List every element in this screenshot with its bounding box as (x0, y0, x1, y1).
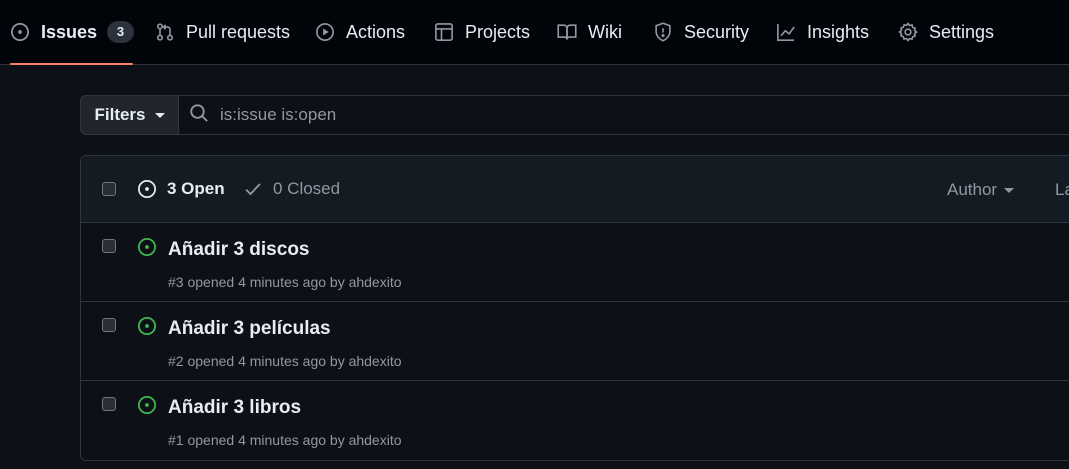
tab-label: Insights (807, 21, 870, 42)
issue-checkbox[interactable] (102, 397, 116, 411)
tab-label: Actions (346, 21, 406, 42)
issue-opened-icon (10, 22, 30, 42)
tab-label: Security (684, 21, 750, 42)
author-label: Author (947, 180, 998, 199)
issue-opened-icon (137, 237, 157, 257)
tab-projects[interactable]: Projects (434, 0, 530, 64)
issue-meta: #1 opened 4 minutes ago by ahdexito (168, 432, 402, 448)
search-icon (189, 103, 209, 128)
check-icon (245, 183, 261, 196)
issues-list-header: 3 Open 0 Closed Author La (81, 156, 1069, 223)
tab-actions[interactable]: Actions (315, 0, 405, 64)
gear-icon (898, 22, 918, 42)
graph-icon (776, 22, 796, 42)
issue-row: Añadir 3 libros #1 opened 4 minutes ago … (81, 381, 1069, 460)
search-input[interactable] (220, 105, 820, 125)
issue-title-link[interactable]: Añadir 3 películas (168, 318, 331, 340)
shield-icon (653, 22, 673, 42)
tab-pull-requests[interactable]: Pull requests (155, 0, 290, 64)
caret-down-icon (154, 112, 165, 118)
issue-opened-icon (138, 180, 156, 198)
tab-label: Settings (929, 21, 995, 42)
filter-bar: Filters (80, 95, 1069, 135)
tab-label: Pull requests (186, 21, 291, 42)
table-icon (434, 22, 454, 42)
tab-label: Issues (41, 21, 98, 42)
issue-checkbox[interactable] (102, 318, 116, 332)
issue-checkbox[interactable] (102, 239, 116, 253)
tab-settings[interactable]: Settings (898, 0, 994, 64)
issue-title-link[interactable]: Añadir 3 discos (168, 239, 310, 261)
issue-opened-icon (137, 316, 157, 336)
open-count-label: 3 Open (167, 179, 225, 198)
caret-down-icon (1004, 187, 1015, 193)
issue-meta: #2 opened 4 minutes ago by ahdexito (168, 353, 402, 369)
closed-count-label: 0 Closed (273, 179, 341, 198)
book-icon (557, 22, 577, 42)
play-icon (315, 22, 335, 42)
repo-nav: Issues 3 Pull requests Actions Projects … (0, 0, 1069, 65)
issue-row: Añadir 3 discos #3 opened 4 minutes ago … (81, 223, 1069, 302)
open-issues-filter[interactable]: 3 Open (137, 179, 225, 199)
closed-issues-filter[interactable]: 0 Closed (243, 179, 340, 199)
tab-label: Projects (465, 21, 531, 42)
issues-counter: 3 (107, 21, 135, 43)
issue-meta: #3 opened 4 minutes ago by ahdexito (168, 274, 402, 290)
issue-opened-icon (137, 395, 157, 415)
tab-label: Wiki (588, 21, 622, 42)
tab-insights[interactable]: Insights (776, 0, 869, 64)
tab-security[interactable]: Security (653, 0, 749, 64)
select-all-checkbox[interactable] (102, 182, 116, 196)
filters-label: Filters (94, 105, 146, 124)
tab-wiki[interactable]: Wiki (557, 0, 622, 64)
label-filter-dropdown[interactable]: La (1055, 180, 1069, 200)
tab-issues[interactable]: Issues 3 (10, 0, 135, 65)
main-content: Filters 3 Open 0 Closed Author (0, 65, 1069, 469)
filters-button[interactable]: Filters (81, 96, 179, 134)
git-pull-request-icon (155, 22, 175, 42)
issue-title-link[interactable]: Añadir 3 libros (168, 397, 301, 419)
issues-list: 3 Open 0 Closed Author La Añadir 3 disco… (80, 155, 1069, 461)
issue-row: Añadir 3 películas #2 opened 4 minutes a… (81, 302, 1069, 381)
search-box (179, 96, 1069, 134)
author-filter-dropdown[interactable]: Author (947, 180, 1015, 200)
